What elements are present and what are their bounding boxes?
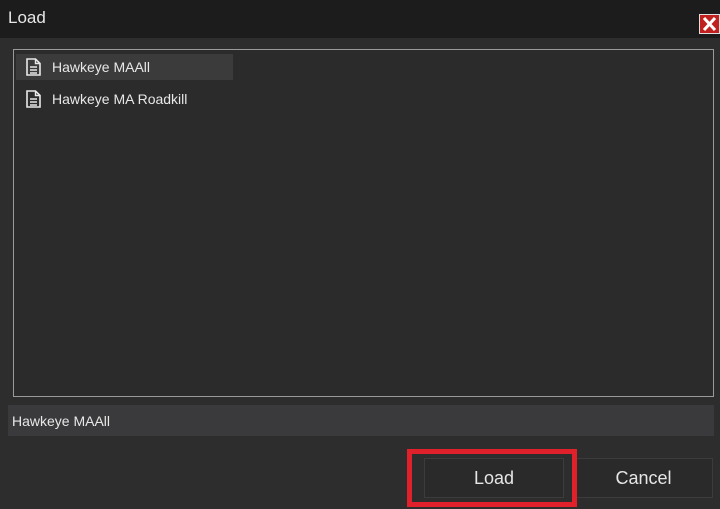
list-item[interactable]: Hawkeye MA Roadkill <box>16 86 233 112</box>
title-bar[interactable]: Load <box>0 0 720 38</box>
load-button[interactable]: Load <box>424 458 564 498</box>
file-name-value: Hawkeye MAAll <box>12 413 111 429</box>
file-list[interactable]: Hawkeye MAAll Hawkeye MA Roadkill <box>13 49 714 397</box>
list-item-label: Hawkeye MA Roadkill <box>52 91 188 107</box>
document-icon <box>26 90 41 108</box>
load-dialog: Load Hawkeye MAAll Hawkeye MA Roadkill H… <box>0 0 720 509</box>
dialog-title: Load <box>8 8 46 27</box>
close-button[interactable] <box>699 14 720 34</box>
list-item[interactable]: Hawkeye MAAll <box>16 54 233 80</box>
list-item-label: Hawkeye MAAll <box>52 59 151 75</box>
document-icon <box>26 58 41 76</box>
close-icon <box>703 17 716 31</box>
file-name-field[interactable]: Hawkeye MAAll <box>8 405 714 436</box>
cancel-button[interactable]: Cancel <box>574 458 713 498</box>
